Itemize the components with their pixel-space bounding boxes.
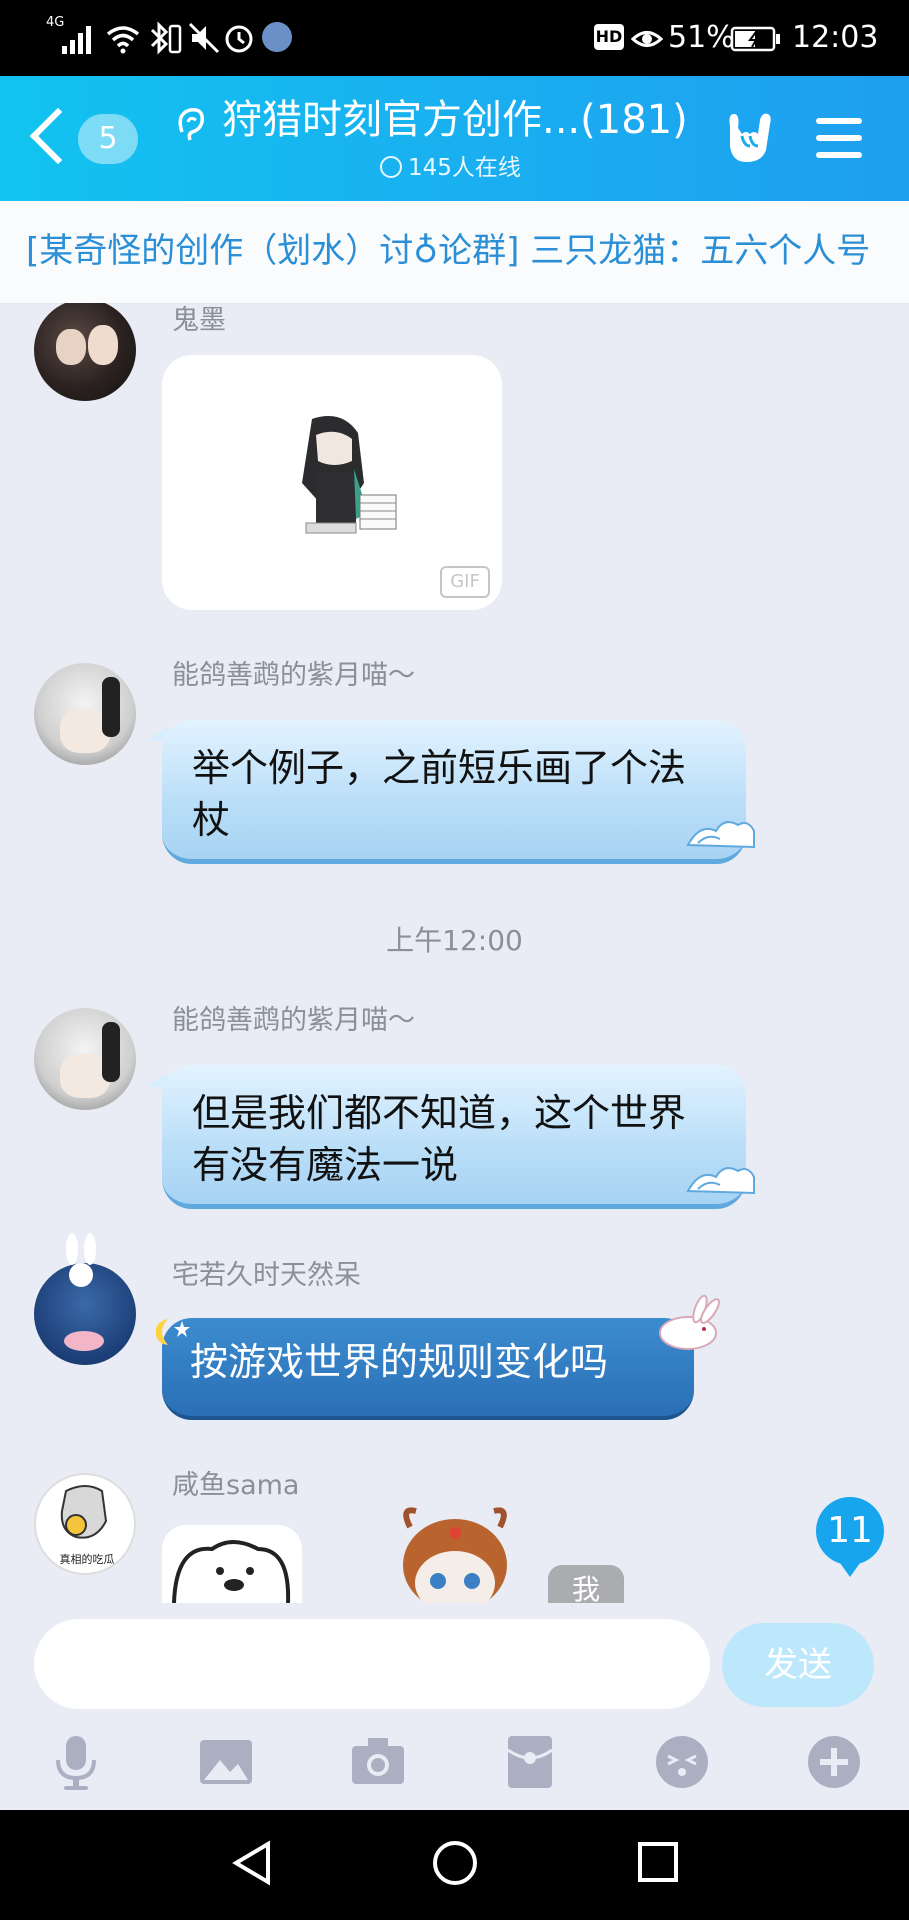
message-text: 举个例子，之前短乐画了个法杖	[192, 746, 687, 842]
rock-hand-icon[interactable]	[720, 106, 778, 166]
battery-icon	[730, 26, 780, 52]
send-button[interactable]: 发送	[722, 1623, 874, 1707]
unread-count-badge[interactable]: 5	[78, 114, 138, 164]
avatar[interactable]	[34, 1008, 136, 1110]
sender-name: 能鸽善鹉的紫月喵～	[172, 660, 415, 691]
avatar[interactable]	[34, 303, 136, 401]
rabbit-decoration-icon	[659, 1294, 721, 1350]
emoji-icon[interactable]	[652, 1732, 712, 1792]
message-bubble[interactable]: 但是我们都不知道，这个世界有没有魔法一说	[162, 1065, 746, 1209]
hd-icon: HD	[594, 24, 624, 50]
system-nav-bar	[0, 1810, 909, 1920]
ear-icon[interactable]	[170, 102, 210, 146]
online-count: 145人在线	[408, 155, 521, 181]
status-bar: 4G HD 51% 12:03	[0, 0, 909, 76]
wave-decoration-icon	[686, 1167, 755, 1195]
group-title[interactable]: 狩猎时刻官方创作...(181)	[222, 92, 702, 148]
message-bubble[interactable]: 按游戏世界的规则变化吗	[162, 1318, 694, 1420]
input-row: 发送	[0, 1603, 909, 1728]
eye-comfort-icon	[630, 31, 664, 47]
bear-sticker-image	[172, 1540, 291, 1603]
camera-icon[interactable]	[348, 1732, 408, 1792]
input-toolbar	[0, 1728, 909, 1810]
sticker-message[interactable]	[162, 1525, 302, 1603]
chat-header: 5 狩猎时刻官方创作...(181) 145人在线	[0, 76, 909, 201]
red-packet-icon[interactable]	[500, 1732, 560, 1792]
deer-mascot-decoration	[403, 1507, 507, 1603]
menu-icon[interactable]	[816, 118, 862, 169]
sticker-image	[302, 416, 397, 534]
battery-small-icon	[168, 24, 182, 54]
sender-name: 鬼墨	[172, 305, 226, 336]
plus-icon[interactable]	[804, 1732, 864, 1792]
message-input[interactable]	[34, 1619, 710, 1709]
online-status: 145人在线	[380, 152, 521, 184]
message-text: 但是我们都不知道，这个世界有没有魔法一说	[192, 1091, 687, 1187]
message-text: 按游戏世界的规则变化吗	[190, 1340, 609, 1384]
moon-star-icon	[155, 1319, 190, 1345]
nav-recents-icon[interactable]	[636, 1840, 680, 1884]
battery-percent: 51%	[668, 20, 735, 55]
image-icon[interactable]	[196, 1732, 256, 1792]
announcement-text: [某奇怪的创作（划水）讨♁论群] 三只龙猫：五六个人号	[26, 231, 871, 271]
nav-home-icon[interactable]	[432, 1840, 478, 1886]
wave-decoration-icon	[686, 821, 755, 849]
fish-avatar-image	[60, 1485, 108, 1539]
message-bubble[interactable]: 举个例子，之前短乐画了个法杖	[162, 720, 746, 864]
nav-back-icon[interactable]	[230, 1840, 276, 1886]
announcement-bar[interactable]: [某奇怪的创作（划水）讨♁论群] 三只龙猫：五六个人号	[0, 201, 909, 304]
app-notification-icon	[262, 22, 292, 52]
signal-icon	[62, 26, 91, 54]
sender-name: 宅若久时天然呆	[172, 1260, 361, 1291]
sender-name: 咸鱼sama	[172, 1470, 300, 1501]
sender-name: 能鸽善鹉的紫月喵～	[172, 1005, 415, 1036]
rabbit-ears-decoration-icon	[66, 1233, 96, 1287]
sticker-message[interactable]: GIF	[162, 355, 502, 610]
avatar[interactable]: 真相的吃瓜	[34, 1473, 136, 1575]
alarm-icon	[225, 25, 253, 53]
clock: 12:03	[792, 20, 879, 55]
avatar-caption: 真相的吃瓜	[59, 1553, 115, 1566]
mute-icon	[188, 22, 220, 54]
chat-messages[interactable]: 鬼墨 GIF 能鸽善鹉的紫月喵～ 举个例子，之前短乐画了个法杖 上午12:00 …	[0, 303, 909, 1603]
bluetooth-icon	[150, 21, 169, 55]
microphone-icon[interactable]	[46, 1732, 106, 1792]
timestamp: 上午12:00	[386, 924, 523, 957]
avatar[interactable]	[34, 663, 136, 765]
floating-label[interactable]: 我	[548, 1565, 624, 1603]
gif-badge: GIF	[440, 566, 490, 598]
online-check-icon	[380, 156, 402, 178]
new-messages-badge[interactable]: 11	[816, 1497, 884, 1577]
wifi-icon	[106, 26, 140, 54]
